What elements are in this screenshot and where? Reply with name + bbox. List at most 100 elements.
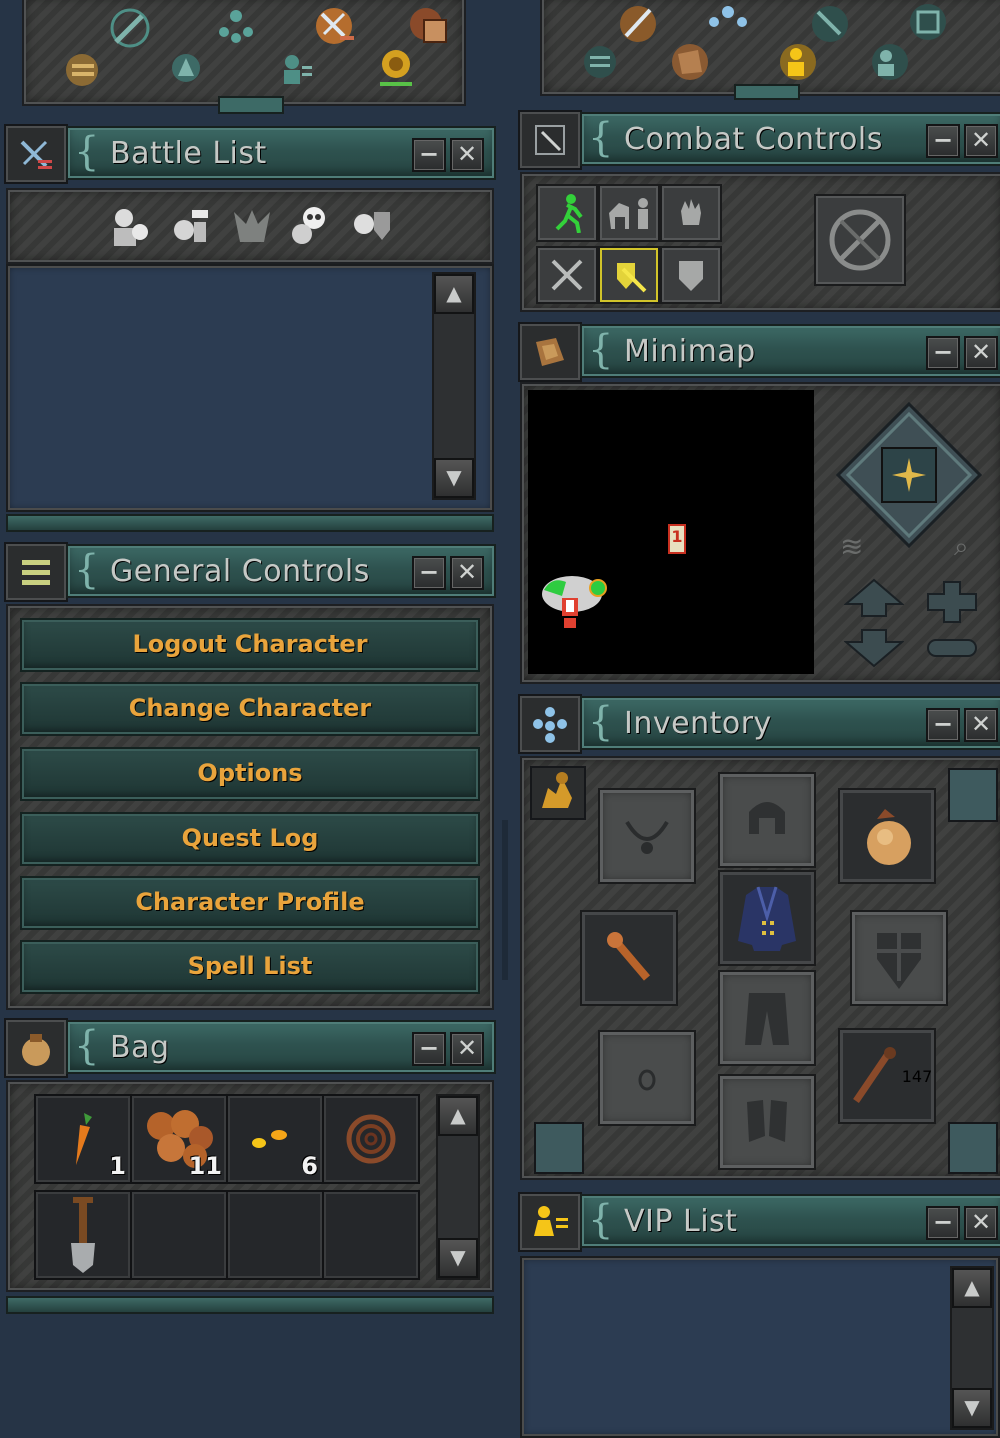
chase-mode-button[interactable] [536,184,598,242]
hide-party-icon[interactable] [346,200,398,252]
necklace-slot[interactable] [598,788,696,884]
right-hand-slot[interactable] [850,910,948,1006]
scroll-down-button[interactable]: ▼ [434,458,474,498]
quest-log-button[interactable]: Quest Log [20,812,480,866]
toolbar-collapse-handle[interactable] [218,96,284,114]
legs-slot[interactable] [718,970,816,1066]
scroll-down-button[interactable]: ▼ [952,1388,992,1428]
backpack-slot[interactable] [838,788,936,884]
head-slot[interactable] [718,772,816,868]
toolbar-collapse-handle[interactable] [734,84,800,100]
bag-slot[interactable]: 6 [226,1094,324,1184]
bag-slot-empty[interactable] [322,1190,420,1280]
ring-slot[interactable] [598,1030,696,1126]
general-controls-titlebar[interactable]: { General Controls − ✕ [66,544,496,598]
minimap-minimize-button[interactable]: − [926,336,960,370]
options-button[interactable]: Options [20,747,480,801]
battle-list-resize-bar[interactable] [6,514,494,532]
inventory-minimize-button[interactable]: − [926,708,960,742]
bag-slot[interactable]: 11 [130,1094,228,1184]
combat-controls-titlebar[interactable]: { Combat Controls − ✕ [580,112,1000,166]
general-controls-minimize-button[interactable]: − [412,556,446,590]
zoom-search-icon[interactable]: ⌕ [954,532,990,562]
combat-controls-close-button[interactable]: ✕ [964,124,998,158]
vip-toggle-icon[interactable] [772,36,824,88]
weapon-skill-icon[interactable] [104,2,156,54]
hide-npcs-icon[interactable] [164,200,216,252]
vip-list-titlebar[interactable]: { VIP List − ✕ [580,1194,1000,1248]
minimap-titlebar[interactable]: { Minimap − ✕ [580,324,1000,378]
vip-list-scrollbar[interactable]: ▲ ▼ [950,1266,994,1430]
inventory-content: 147 [520,756,1000,1180]
scroll-up-button[interactable]: ▲ [952,1268,992,1308]
coat-icon [738,886,796,951]
map-icon [536,338,564,366]
bag-slot[interactable] [322,1094,420,1184]
spell-list-button[interactable]: Spell List [20,940,480,994]
hide-players-icon[interactable] [104,200,156,252]
corner-slot-bottom-left[interactable] [534,1122,584,1174]
column-resize-handle[interactable] [502,820,508,980]
chase-icon[interactable] [404,0,456,52]
combat-icon[interactable] [308,0,360,52]
map-marker[interactable]: 1 [668,524,686,554]
skills-icon[interactable] [56,44,108,96]
vip-list-minimize-button[interactable]: − [926,1206,960,1240]
battle-list-close-button[interactable]: ✕ [450,138,484,172]
corner-slot-top[interactable] [948,768,998,822]
options-toggle-icon[interactable] [902,0,954,48]
scroll-down-button[interactable]: ▼ [438,1238,478,1278]
battle-list-icon-frame [4,124,68,184]
corner-slot-bottom-right[interactable] [948,1122,998,1174]
floor-down-icon[interactable] [844,628,904,668]
vip-list-close-button[interactable]: ✕ [964,1206,998,1240]
combat-controls-minimize-button[interactable]: − [926,124,960,158]
party-icon[interactable] [210,0,262,52]
armor-slot[interactable] [718,870,816,966]
scroll-up-button[interactable]: ▲ [438,1096,478,1136]
floor-up-icon[interactable] [844,578,904,618]
bag-titlebar[interactable]: { Bag − ✕ [66,1020,496,1074]
spell-icon[interactable] [160,42,212,94]
scroll-up-button[interactable]: ▲ [434,274,474,314]
vip-list-title: VIP List [624,1204,738,1239]
hide-monsters-icon[interactable] [226,200,278,252]
battle-list-minimize-button[interactable]: − [412,138,446,172]
bag-resize-bar[interactable] [6,1296,494,1314]
battle-list-scrollbar[interactable]: ▲ ▼ [432,272,476,500]
inventory-titlebar[interactable]: { Inventory − ✕ [580,696,1000,750]
titlebar-curl-ornament: { [588,1197,614,1243]
minimap-toggle-icon[interactable] [664,36,716,88]
bag-slot[interactable]: 1 [34,1094,132,1184]
battle-list-titlebar[interactable]: { Battle List − ✕ [66,126,496,180]
hide-skulls-icon[interactable] [286,200,338,252]
bag-scrollbar[interactable]: ▲ ▼ [436,1094,480,1280]
zoom-out-icon[interactable] [926,636,978,660]
balanced-mode-button[interactable] [598,246,660,304]
change-character-button[interactable]: Change Character [20,682,480,736]
store-inbox-button[interactable] [530,766,586,820]
pvp-mode-button[interactable] [814,194,906,286]
bag-slot-empty[interactable] [226,1190,324,1280]
compass-rose[interactable] [834,400,984,550]
offensive-mode-button[interactable] [536,246,598,304]
minimap-close-button[interactable]: ✕ [964,336,998,370]
ammo-slot[interactable]: 147 [838,1028,936,1124]
bag-minimize-button[interactable]: − [412,1032,446,1066]
general-controls-close-button[interactable]: ✕ [450,556,484,590]
zoom-in-icon[interactable] [926,580,978,624]
floor-layers-icon[interactable]: ≋ [840,530,876,563]
bag-slot[interactable] [34,1190,132,1280]
left-hand-slot[interactable] [580,910,678,1006]
follow-mode-button[interactable] [598,184,660,242]
bag-close-button[interactable]: ✕ [450,1032,484,1066]
stand-mode-button[interactable] [660,184,722,242]
minimap-view[interactable]: 1 [528,390,814,674]
inventory-close-button[interactable]: ✕ [964,708,998,742]
list-icon[interactable] [574,36,626,88]
logout-character-button[interactable]: Logout Character [20,618,480,672]
bag-slot-empty[interactable] [130,1190,228,1280]
defensive-mode-button[interactable] [660,246,722,304]
character-profile-button[interactable]: Character Profile [20,876,480,930]
feet-slot[interactable] [718,1074,816,1170]
